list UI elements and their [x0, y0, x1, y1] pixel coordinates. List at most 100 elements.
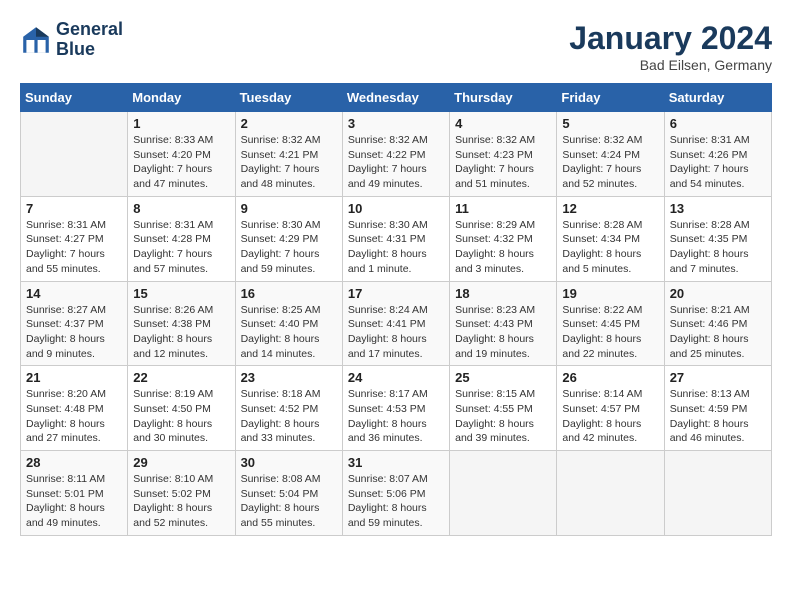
logo-text: General Blue: [56, 20, 123, 60]
day-info: Sunrise: 8:19 AMSunset: 4:50 PMDaylight:…: [133, 387, 229, 446]
day-info: Sunrise: 8:18 AMSunset: 4:52 PMDaylight:…: [241, 387, 337, 446]
day-info: Sunrise: 8:32 AMSunset: 4:23 PMDaylight:…: [455, 133, 551, 192]
calendar-week-row: 21 Sunrise: 8:20 AMSunset: 4:48 PMDayligh…: [21, 366, 772, 451]
logo-icon: [20, 24, 52, 56]
calendar-cell: 4 Sunrise: 8:32 AMSunset: 4:23 PMDaylight…: [450, 112, 557, 197]
weekday-header: Monday: [128, 84, 235, 112]
calendar-cell: 19Sunrise: 8:22 AMSunset: 4:45 PMDayligh…: [557, 281, 664, 366]
calendar-cell: 2 Sunrise: 8:32 AMSunset: 4:21 PMDaylight…: [235, 112, 342, 197]
calendar-cell: 18Sunrise: 8:23 AMSunset: 4:43 PMDayligh…: [450, 281, 557, 366]
calendar-cell: 6Sunrise: 8:31 AMSunset: 4:26 PMDaylight…: [664, 112, 771, 197]
day-number: 26: [562, 370, 658, 385]
calendar-cell: 31Sunrise: 8:07 AMSunset: 5:06 PMDayligh…: [342, 451, 449, 536]
calendar-cell: [664, 451, 771, 536]
day-number: 14: [26, 286, 122, 301]
day-number: 1: [133, 116, 229, 131]
day-number: 29: [133, 455, 229, 470]
day-info: Sunrise: 8:17 AMSunset: 4:53 PMDaylight:…: [348, 387, 444, 446]
weekday-header: Saturday: [664, 84, 771, 112]
day-number: 10: [348, 201, 444, 216]
day-info: Sunrise: 8:10 AMSunset: 5:02 PMDaylight:…: [133, 472, 229, 531]
day-number: 16: [241, 286, 337, 301]
day-number: 23: [241, 370, 337, 385]
calendar-cell: 27 Sunrise: 8:13 AMSunset: 4:59 PMDayligh…: [664, 366, 771, 451]
day-number: 4: [455, 116, 551, 131]
calendar-cell: 26Sunrise: 8:14 AMSunset: 4:57 PMDayligh…: [557, 366, 664, 451]
day-info: Sunrise: 8:32 AMSunset: 4:24 PMDaylight:…: [562, 133, 658, 192]
calendar-cell: 24 Sunrise: 8:17 AMSunset: 4:53 PMDayligh…: [342, 366, 449, 451]
calendar-cell: 25 Sunrise: 8:15 AMSunset: 4:55 PMDayligh…: [450, 366, 557, 451]
day-info: Sunrise: 8:25 AMSunset: 4:40 PMDaylight:…: [241, 303, 337, 362]
title-block: January 2024 Bad Eilsen, Germany: [569, 20, 772, 73]
day-number: 11: [455, 201, 551, 216]
day-info: Sunrise: 8:21 AMSunset: 4:46 PMDaylight:…: [670, 303, 766, 362]
day-number: 8: [133, 201, 229, 216]
weekday-header: Friday: [557, 84, 664, 112]
day-number: 27: [670, 370, 766, 385]
calendar-cell: 5Sunrise: 8:32 AMSunset: 4:24 PMDaylight…: [557, 112, 664, 197]
calendar-cell: 14Sunrise: 8:27 AMSunset: 4:37 PMDayligh…: [21, 281, 128, 366]
day-number: 24: [348, 370, 444, 385]
day-number: 9: [241, 201, 337, 216]
calendar-cell: 9 Sunrise: 8:30 AMSunset: 4:29 PMDaylight…: [235, 196, 342, 281]
day-number: 13: [670, 201, 766, 216]
day-info: Sunrise: 8:30 AMSunset: 4:29 PMDaylight:…: [241, 218, 337, 277]
weekday-header-row: SundayMondayTuesdayWednesdayThursdayFrid…: [21, 84, 772, 112]
calendar-cell: 11 Sunrise: 8:29 AMSunset: 4:32 PMDayligh…: [450, 196, 557, 281]
calendar-cell: [21, 112, 128, 197]
day-number: 6: [670, 116, 766, 131]
day-number: 3: [348, 116, 444, 131]
weekday-header: Tuesday: [235, 84, 342, 112]
calendar-cell: 22 Sunrise: 8:19 AMSunset: 4:50 PMDayligh…: [128, 366, 235, 451]
day-info: Sunrise: 8:28 AMSunset: 4:35 PMDaylight:…: [670, 218, 766, 277]
calendar-cell: 8Sunrise: 8:31 AMSunset: 4:28 PMDaylight…: [128, 196, 235, 281]
day-info: Sunrise: 8:32 AMSunset: 4:21 PMDaylight:…: [241, 133, 337, 192]
calendar-cell: 16 Sunrise: 8:25 AMSunset: 4:40 PMDayligh…: [235, 281, 342, 366]
day-number: 22: [133, 370, 229, 385]
page-header: General Blue January 2024 Bad Eilsen, Ge…: [20, 20, 772, 73]
day-info: Sunrise: 8:11 AMSunset: 5:01 PMDaylight:…: [26, 472, 122, 531]
day-number: 21: [26, 370, 122, 385]
calendar-week-row: 7Sunrise: 8:31 AMSunset: 4:27 PMDaylight…: [21, 196, 772, 281]
day-info: Sunrise: 8:15 AMSunset: 4:55 PMDaylight:…: [455, 387, 551, 446]
day-info: Sunrise: 8:08 AMSunset: 5:04 PMDaylight:…: [241, 472, 337, 531]
day-info: Sunrise: 8:29 AMSunset: 4:32 PMDaylight:…: [455, 218, 551, 277]
calendar-week-row: 28 Sunrise: 8:11 AMSunset: 5:01 PMDayligh…: [21, 451, 772, 536]
calendar-cell: 17Sunrise: 8:24 AMSunset: 4:41 PMDayligh…: [342, 281, 449, 366]
weekday-header: Wednesday: [342, 84, 449, 112]
day-info: Sunrise: 8:20 AMSunset: 4:48 PMDaylight:…: [26, 387, 122, 446]
calendar-cell: 23 Sunrise: 8:18 AMSunset: 4:52 PMDayligh…: [235, 366, 342, 451]
day-info: Sunrise: 8:28 AMSunset: 4:34 PMDaylight:…: [562, 218, 658, 277]
day-info: Sunrise: 8:32 AMSunset: 4:22 PMDaylight:…: [348, 133, 444, 192]
weekday-header: Thursday: [450, 84, 557, 112]
day-info: Sunrise: 8:33 AMSunset: 4:20 PMDaylight:…: [133, 133, 229, 192]
calendar-cell: 15Sunrise: 8:26 AMSunset: 4:38 PMDayligh…: [128, 281, 235, 366]
day-info: Sunrise: 8:31 AMSunset: 4:27 PMDaylight:…: [26, 218, 122, 277]
calendar-cell: 3 Sunrise: 8:32 AMSunset: 4:22 PMDaylight…: [342, 112, 449, 197]
calendar-cell: 1 Sunrise: 8:33 AMSunset: 4:20 PMDaylight…: [128, 112, 235, 197]
day-number: 28: [26, 455, 122, 470]
day-number: 20: [670, 286, 766, 301]
day-number: 12: [562, 201, 658, 216]
day-number: 15: [133, 286, 229, 301]
calendar-cell: 12 Sunrise: 8:28 AMSunset: 4:34 PMDayligh…: [557, 196, 664, 281]
weekday-header: Sunday: [21, 84, 128, 112]
calendar-week-row: 1 Sunrise: 8:33 AMSunset: 4:20 PMDaylight…: [21, 112, 772, 197]
calendar-cell: 20 Sunrise: 8:21 AMSunset: 4:46 PMDayligh…: [664, 281, 771, 366]
day-number: 31: [348, 455, 444, 470]
day-number: 2: [241, 116, 337, 131]
calendar-cell: 7Sunrise: 8:31 AMSunset: 4:27 PMDaylight…: [21, 196, 128, 281]
day-info: Sunrise: 8:13 AMSunset: 4:59 PMDaylight:…: [670, 387, 766, 446]
day-number: 17: [348, 286, 444, 301]
day-info: Sunrise: 8:30 AMSunset: 4:31 PMDaylight:…: [348, 218, 444, 277]
calendar-cell: 29 Sunrise: 8:10 AMSunset: 5:02 PMDayligh…: [128, 451, 235, 536]
calendar-cell: [450, 451, 557, 536]
calendar-week-row: 14Sunrise: 8:27 AMSunset: 4:37 PMDayligh…: [21, 281, 772, 366]
calendar-cell: 10 Sunrise: 8:30 AMSunset: 4:31 PMDayligh…: [342, 196, 449, 281]
day-info: Sunrise: 8:22 AMSunset: 4:45 PMDaylight:…: [562, 303, 658, 362]
day-number: 18: [455, 286, 551, 301]
day-number: 25: [455, 370, 551, 385]
month-title: January 2024: [569, 20, 772, 57]
location: Bad Eilsen, Germany: [569, 57, 772, 73]
calendar-cell: 21 Sunrise: 8:20 AMSunset: 4:48 PMDayligh…: [21, 366, 128, 451]
